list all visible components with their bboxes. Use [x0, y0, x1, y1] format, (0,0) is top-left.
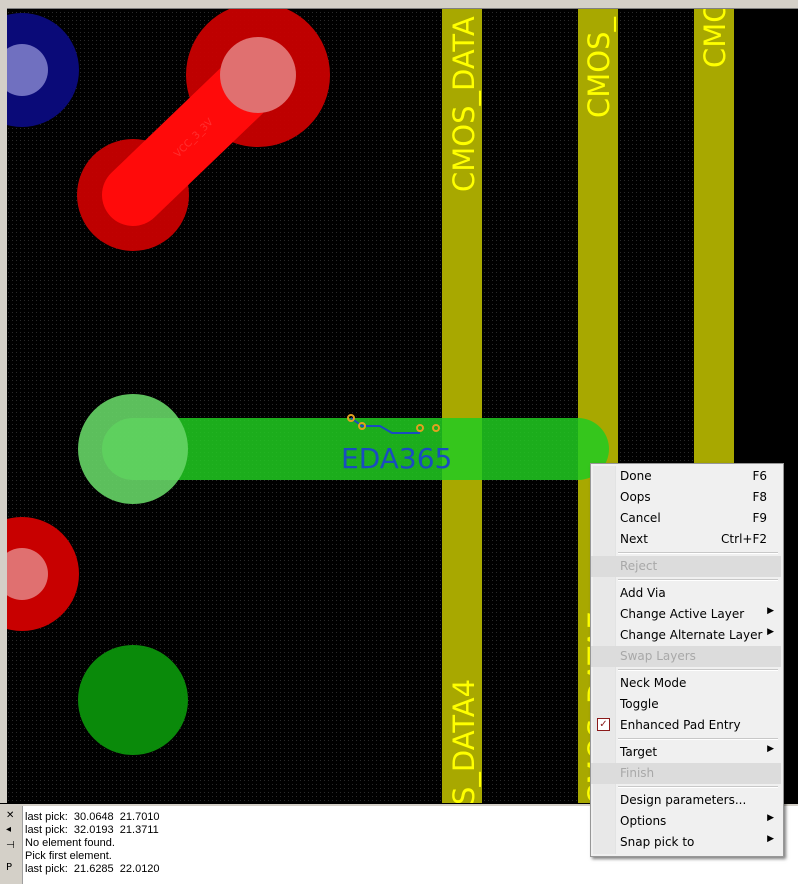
- menu-item-label: Cancel: [620, 511, 661, 525]
- submenu-arrow-icon: ▶: [767, 627, 774, 637]
- menu-item-label: Reject: [620, 559, 658, 573]
- menu-item-label: Snap pick to: [620, 835, 695, 849]
- menu-item-done[interactable]: Done F6: [591, 466, 781, 487]
- submenu-arrow-icon: ▶: [767, 606, 774, 616]
- logo-text: EDA365: [341, 442, 452, 475]
- menu-item-options[interactable]: Options ▶: [591, 811, 781, 832]
- menu-item-label: Next: [620, 532, 648, 546]
- submenu-arrow-icon: ▶: [767, 834, 774, 844]
- menu-item-shortcut: F9: [752, 511, 767, 525]
- menu-item-label: Options: [620, 814, 667, 828]
- menu-item-add-via[interactable]: Add Via: [591, 583, 781, 604]
- menu-item-toggle[interactable]: Toggle: [591, 694, 781, 715]
- menu-item-label: Neck Mode: [620, 676, 687, 690]
- trace-label-2: CMOS_: [582, 16, 616, 118]
- menu-separator: [618, 579, 778, 581]
- menu-item-snap-pick-to[interactable]: Snap pick to ▶: [591, 832, 781, 853]
- trace-label-4: S_DATA4: [447, 679, 481, 803]
- menu-item-swap-layers: Swap Layers: [591, 646, 781, 667]
- submenu-arrow-icon: ▶: [767, 744, 774, 754]
- menu-item-neck-mode[interactable]: Neck Mode: [591, 673, 781, 694]
- menu-item-change-active-layer[interactable]: Change Active Layer ▶: [591, 604, 781, 625]
- menu-item-change-alternate-layer[interactable]: Change Alternate Layer ▶: [591, 625, 781, 646]
- menu-item-label: Target: [620, 745, 658, 759]
- menu-item-shortcut: Ctrl+F2: [721, 532, 767, 546]
- menu-item-label: Oops: [620, 490, 651, 504]
- menu-item-label: Enhanced Pad Entry: [620, 718, 741, 732]
- trace-label-3: CMOS: [698, 9, 732, 68]
- scroll-left-icon[interactable]: ◂: [6, 824, 11, 835]
- menu-separator: [618, 786, 778, 788]
- menu-item-shortcut: F8: [752, 490, 767, 504]
- menu-item-reject: Reject: [591, 556, 781, 577]
- menu-item-label: Change Alternate Layer: [620, 628, 763, 642]
- console-line: last pick: 32.0193 21.3711: [25, 824, 159, 836]
- close-icon[interactable]: ✕: [6, 810, 14, 821]
- pad-hole-1: [220, 37, 296, 113]
- menu-item-cancel[interactable]: Cancel F9: [591, 508, 781, 529]
- menu-item-label: Design parameters...: [620, 793, 747, 807]
- console-line: last pick: 21.6285 22.0120: [25, 863, 160, 875]
- pad-green-1[interactable]: [78, 394, 188, 504]
- console-line: last pick: 30.0648 21.7010: [25, 811, 160, 823]
- menu-item-label: Done: [620, 469, 652, 483]
- menu-item-target[interactable]: Target ▶: [591, 742, 781, 763]
- menu-item-label: Finish: [620, 766, 655, 780]
- console-line: No element found.: [25, 837, 115, 849]
- menu-item-label: Add Via: [620, 586, 666, 600]
- console-line: Pick first element.: [25, 850, 112, 862]
- menu-item-shortcut: F6: [752, 469, 767, 483]
- menu-item-design-parameters[interactable]: Design parameters...: [591, 790, 781, 811]
- menu-item-enhanced-pad-entry[interactable]: ✓ Enhanced Pad Entry: [591, 715, 781, 736]
- menu-item-finish: Finish: [591, 763, 781, 784]
- menu-separator: [618, 669, 778, 671]
- submenu-arrow-icon: ▶: [767, 813, 774, 823]
- trace-label-1: CMOS_DATA: [447, 16, 481, 192]
- menu-item-label: Toggle: [620, 697, 659, 711]
- console-gutter: ✕ ◂ ⊣ P: [0, 806, 23, 884]
- menu-separator: [618, 552, 778, 554]
- pin-icon[interactable]: ⊣: [6, 840, 15, 851]
- menu-item-label: Change Active Layer: [620, 607, 745, 621]
- menu-item-next[interactable]: Next Ctrl+F2: [591, 529, 781, 550]
- menu-item-label: Swap Layers: [620, 649, 696, 663]
- panel-label-icon: P: [6, 862, 13, 873]
- pad-green-2[interactable]: [78, 645, 188, 755]
- menu-separator: [618, 738, 778, 740]
- console-output: last pick: 30.0648 21.7010 last pick: 32…: [25, 811, 160, 876]
- menu-item-oops[interactable]: Oops F8: [591, 487, 781, 508]
- context-menu: Done F6 Oops F8 Cancel F9 Next Ctrl+F2 R…: [590, 463, 784, 857]
- toolbar-edge: [0, 0, 798, 9]
- check-icon: ✓: [597, 718, 610, 731]
